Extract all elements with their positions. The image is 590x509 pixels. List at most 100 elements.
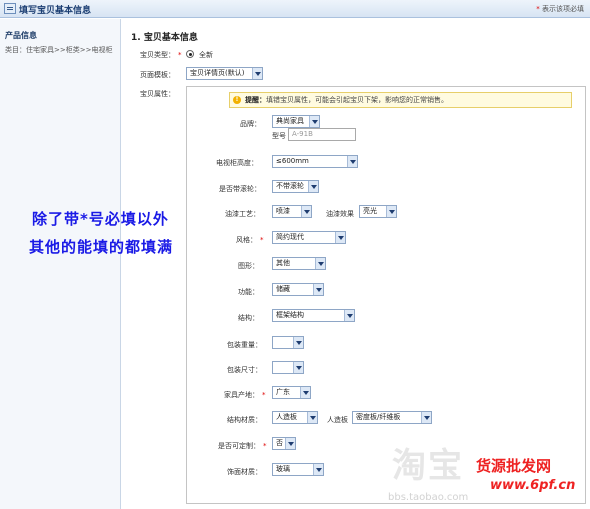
overlay-line-2: 其他的能填的都填满 bbox=[29, 238, 174, 256]
style-select[interactable]: 简约现代 bbox=[272, 231, 346, 244]
pattern-select[interactable]: 其他 bbox=[272, 257, 326, 270]
sidebar-category: 类目：住宅家具>>柜类>>电视柜 bbox=[5, 46, 113, 54]
required-mark: * bbox=[263, 442, 267, 450]
chevron-down-icon bbox=[285, 438, 295, 449]
chevron-down-icon bbox=[307, 412, 317, 423]
page-template-label: 页面模板： bbox=[140, 71, 175, 79]
style-value: 简约现代 bbox=[276, 233, 304, 241]
tip-bold: 提醒： bbox=[245, 96, 266, 104]
function-select[interactable]: 储藏 bbox=[272, 283, 324, 296]
required-mark: * bbox=[262, 391, 266, 399]
function-value: 储藏 bbox=[276, 285, 290, 293]
required-note-text: 表示该项必填 bbox=[542, 5, 584, 13]
style-label-text: 风格： bbox=[236, 236, 257, 244]
sidebar: 产品信息 类目：住宅家具>>柜类>>电视柜 bbox=[0, 19, 121, 509]
casters-label: 是否带滚轮： bbox=[219, 185, 261, 193]
casters-select[interactable]: 不带滚轮 bbox=[272, 180, 319, 193]
chevron-down-icon bbox=[301, 206, 311, 217]
customizable-select[interactable]: 否 bbox=[272, 437, 296, 450]
style-label: 风格： * bbox=[236, 235, 264, 245]
chevron-down-icon bbox=[300, 387, 310, 398]
taobao-watermark: 淘宝 bbox=[392, 446, 464, 486]
chevron-down-icon bbox=[309, 116, 319, 127]
structure-select[interactable]: 框架结构 bbox=[272, 309, 355, 322]
brand-select[interactable]: 典尚家具 bbox=[272, 115, 320, 128]
structure-material-value: 人造板 bbox=[276, 413, 297, 421]
paint-process-label: 油漆工艺： bbox=[225, 210, 260, 218]
model-input[interactable]: A-91B bbox=[288, 128, 356, 141]
required-note: * 表示该项必填 bbox=[536, 4, 584, 14]
origin-label-text: 家具产地： bbox=[224, 391, 259, 399]
board-type-label: 人造板 bbox=[327, 416, 348, 424]
pattern-label: 图形： bbox=[238, 262, 259, 270]
chevron-down-icon bbox=[344, 310, 354, 321]
paint-effect-value: 亮光 bbox=[363, 207, 377, 215]
board-type-value: 密度板/纤维板 bbox=[356, 413, 401, 421]
item-type-label: 宝贝类型： * bbox=[140, 50, 182, 60]
sidebar-title: 产品信息 bbox=[5, 31, 37, 40]
brand-watermark-url: www.6pf.cn bbox=[490, 478, 576, 493]
chevron-down-icon bbox=[252, 68, 262, 79]
chevron-down-icon bbox=[335, 232, 345, 243]
paint-process-value: 喷漆 bbox=[276, 207, 290, 215]
surface-material-label: 饰面材质： bbox=[227, 468, 262, 476]
chevron-down-icon bbox=[313, 464, 323, 475]
form-icon bbox=[4, 3, 16, 14]
brand-value: 典尚家具 bbox=[276, 117, 304, 125]
package-size-select[interactable] bbox=[272, 361, 304, 374]
board-type-select[interactable]: 密度板/纤维板 bbox=[352, 411, 432, 424]
origin-value: 广东 bbox=[276, 388, 290, 396]
package-size-label: 包装尺寸： bbox=[227, 366, 262, 374]
chevron-down-icon bbox=[313, 284, 323, 295]
warning-tip: ! 提醒：填错宝贝属性，可能会引起宝贝下架，影响您的正常销售。 bbox=[229, 92, 572, 108]
chevron-down-icon bbox=[386, 206, 396, 217]
function-label: 功能： bbox=[238, 288, 259, 296]
origin-label: 家具产地： * bbox=[224, 390, 266, 400]
chevron-down-icon bbox=[293, 337, 303, 348]
structure-value: 框架结构 bbox=[276, 311, 304, 319]
package-weight-label: 包装重量： bbox=[227, 341, 262, 349]
model-label: 型号 bbox=[272, 132, 286, 140]
tip-text: 填错宝贝属性，可能会引起宝贝下架，影响您的正常销售。 bbox=[266, 96, 448, 104]
page-title: 填写宝贝基本信息 bbox=[19, 6, 92, 16]
structure-material-label: 结构材质： bbox=[227, 416, 262, 424]
origin-select[interactable]: 广东 bbox=[272, 386, 311, 399]
chevron-down-icon bbox=[347, 156, 357, 167]
item-type-label-text: 宝贝类型： bbox=[140, 51, 175, 59]
watermark-url: bbs.taobao.com bbox=[388, 492, 469, 503]
brand-label: 品牌： bbox=[240, 120, 261, 128]
required-mark: * bbox=[260, 236, 264, 244]
item-type-radio[interactable] bbox=[186, 50, 194, 58]
paint-effect-label: 油漆效果 bbox=[326, 210, 354, 218]
package-weight-select[interactable] bbox=[272, 336, 304, 349]
paint-process-select[interactable]: 喷漆 bbox=[272, 205, 312, 218]
surface-material-select[interactable]: 玻璃 bbox=[272, 463, 324, 476]
chevron-down-icon bbox=[293, 362, 303, 373]
info-icon: ! bbox=[233, 96, 241, 104]
page-header: 填写宝贝基本信息 * 表示该项必填 bbox=[0, 0, 590, 18]
customizable-value: 否 bbox=[276, 439, 283, 447]
surface-material-value: 玻璃 bbox=[276, 465, 290, 473]
overlay-line-1: 除了带*号必填以外 bbox=[32, 210, 169, 228]
customizable-label: 是否可定制： * bbox=[218, 441, 267, 451]
item-type-value: 全新 bbox=[199, 51, 213, 59]
required-note-star: * bbox=[536, 5, 540, 13]
chevron-down-icon bbox=[315, 258, 325, 269]
structure-label: 结构： bbox=[238, 314, 259, 322]
paint-effect-select[interactable]: 亮光 bbox=[359, 205, 397, 218]
attributes-label: 宝贝属性： bbox=[140, 90, 175, 98]
model-placeholder: A-91B bbox=[292, 130, 313, 138]
structure-material-select[interactable]: 人造板 bbox=[272, 411, 318, 424]
page-template-select[interactable]: 宝贝详情页(默认) bbox=[186, 67, 263, 80]
pattern-value: 其他 bbox=[276, 259, 290, 267]
chevron-down-icon bbox=[308, 181, 318, 192]
tv-height-select[interactable]: ≤600mm bbox=[272, 155, 358, 168]
tv-height-value: ≤600mm bbox=[276, 157, 309, 165]
casters-value: 不带滚轮 bbox=[276, 182, 304, 190]
page-template-value: 宝贝详情页(默认) bbox=[190, 69, 245, 77]
customizable-label-text: 是否可定制： bbox=[218, 442, 260, 450]
brand-watermark-title: 货源批发网 bbox=[476, 457, 552, 475]
section-title: 1. 宝贝基本信息 bbox=[131, 33, 198, 43]
chevron-down-icon bbox=[421, 412, 431, 423]
tv-height-label: 电视柜高度： bbox=[216, 159, 258, 167]
